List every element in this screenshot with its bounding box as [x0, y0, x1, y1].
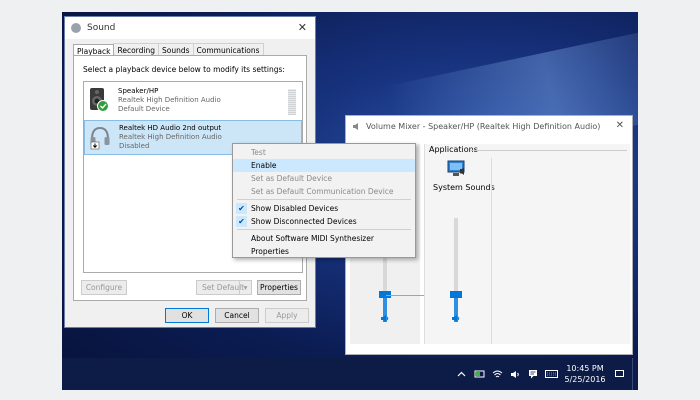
speaker-icon: [452, 315, 460, 322]
network-icon[interactable]: [470, 358, 488, 390]
close-icon[interactable]: ✕: [298, 21, 307, 34]
check-icon: ✔: [236, 216, 247, 227]
notification-icon[interactable]: [524, 358, 542, 390]
chevron-up-icon[interactable]: [452, 358, 470, 390]
sound-dialog-titlebar[interactable]: Sound ✕: [65, 17, 315, 39]
close-icon[interactable]: ✕: [616, 120, 624, 131]
properties-button[interactable]: Properties: [257, 280, 301, 295]
action-center-icon[interactable]: [610, 358, 628, 390]
keyboard-icon[interactable]: [542, 358, 560, 390]
set-default-button[interactable]: Set Default ▾: [196, 280, 252, 295]
menu-item-label: Properties: [251, 247, 289, 256]
sound-app-icon: [71, 23, 81, 33]
menu-item-about-midi-synth[interactable]: About Software MIDI Synthesizer: [233, 232, 415, 245]
menu-separator: [237, 229, 411, 230]
system-sounds-icon[interactable]: [447, 160, 467, 178]
app-name-label: System Sounds: [433, 183, 495, 192]
context-menu: Test Enable Set as Default Device Set as…: [232, 143, 416, 258]
menu-item-label: Set as Default Communication Device: [251, 187, 394, 196]
menu-item-label: Test: [251, 148, 266, 157]
menu-item-label: About Software MIDI Synthesizer: [251, 234, 374, 243]
menu-item-set-default-communication-device[interactable]: Set as Default Communication Device: [233, 185, 415, 198]
volume-mixer-titlebar[interactable]: Volume Mixer - Speaker/HP (Realtek High …: [346, 116, 632, 136]
instruction-text: Select a playback device below to modify…: [83, 65, 285, 74]
app-volume-thumb[interactable]: [450, 291, 462, 298]
chevron-down-icon[interactable]: ▾: [239, 281, 251, 294]
menu-separator: [237, 199, 411, 200]
clock-date: 5/25/2016: [564, 375, 606, 384]
configure-button[interactable]: Configure: [81, 280, 127, 295]
device-status: Disabled: [119, 142, 150, 150]
taskbar-clock[interactable]: 10:45 PM 5/25/2016: [560, 363, 610, 385]
column-divider: [491, 158, 492, 344]
ok-button[interactable]: OK: [165, 308, 209, 323]
wifi-icon[interactable]: [488, 358, 506, 390]
menu-item-label: Enable: [251, 161, 277, 170]
volume-mixer-speaker-icon: [353, 122, 358, 130]
speaker-icon: [381, 315, 389, 322]
sound-dialog-title: Sound: [87, 23, 116, 33]
applications-column: Applications System Sounds: [424, 144, 630, 344]
cancel-button[interactable]: Cancel: [215, 308, 259, 323]
device-name: Realtek HD Audio 2nd output: [119, 124, 222, 132]
dialog-footer: OK Cancel Apply: [65, 303, 315, 327]
menu-item-test[interactable]: Test: [233, 146, 415, 159]
menu-item-show-disabled-devices[interactable]: ✔ Show Disabled Devices: [233, 202, 415, 215]
menu-item-label: Set as Default Device: [251, 174, 333, 183]
show-desktop-button[interactable]: [632, 358, 638, 390]
app-mute-button[interactable]: [451, 314, 461, 326]
apply-button[interactable]: Apply: [265, 308, 309, 323]
device-driver: Realtek High Definition Audio: [119, 133, 222, 141]
menu-item-show-disconnected-devices[interactable]: ✔ Show Disconnected Devices: [233, 215, 415, 228]
headphones-icon: [89, 124, 111, 150]
menu-item-properties[interactable]: Properties: [233, 245, 415, 258]
device-mute-button[interactable]: [380, 314, 390, 326]
menu-item-enable[interactable]: Enable: [233, 159, 415, 172]
applications-divider: [471, 150, 627, 151]
menu-item-set-default-device[interactable]: Set as Default Device: [233, 172, 415, 185]
device-name: Speaker/HP: [118, 87, 159, 95]
volume-icon[interactable]: [506, 358, 524, 390]
volume-mixer-title: Volume Mixer - Speaker/HP (Realtek High …: [366, 121, 601, 131]
device-status: Default Device: [118, 105, 170, 113]
clock-time: 10:45 PM: [566, 364, 604, 373]
device-driver: Realtek High Definition Audio: [118, 96, 221, 104]
device-item[interactable]: Speaker/HP Realtek High Definition Audio…: [84, 84, 302, 119]
volume-level-meter: [288, 89, 296, 115]
set-default-label: Set Default: [202, 283, 245, 292]
system-tray: 10:45 PM 5/25/2016: [452, 358, 638, 390]
menu-item-label: Show Disabled Devices: [251, 204, 339, 213]
taskbar: 10:45 PM 5/25/2016: [62, 358, 638, 390]
speaker-icon: [88, 87, 110, 113]
check-icon: ✔: [236, 203, 247, 214]
menu-item-label: Show Disconnected Devices: [251, 217, 357, 226]
